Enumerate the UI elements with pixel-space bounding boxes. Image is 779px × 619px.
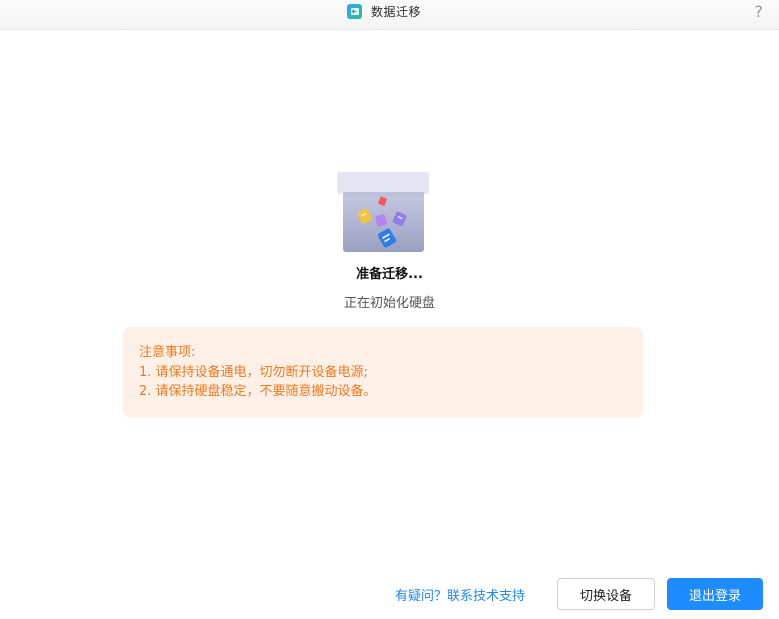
help-icon[interactable]: ?	[755, 2, 764, 21]
title-bar: 数据迁移 ?	[0, 0, 779, 30]
notice-box: 注意事项: 1. 请保持设备通电，切勿断开设备电源; 2. 请保持硬盘稳定，不要…	[123, 327, 643, 418]
migration-box-illustration	[336, 170, 430, 254]
status-title: 准备迁移...	[356, 267, 423, 282]
logout-button[interactable]: 退出登录	[667, 578, 763, 610]
support-link[interactable]: 有疑问？联系技术支持	[395, 585, 525, 604]
switch-device-button[interactable]: 切换设备	[557, 578, 655, 610]
notice-heading: 注意事项:	[139, 345, 196, 360]
app-icon	[347, 3, 362, 19]
data-migration-window: 数据迁移 ? 准备迁移... 正在初始化硬盘 注意事项: 1. 请保持设备通电，…	[0, 0, 779, 619]
window-title: 数据迁移	[371, 4, 422, 19]
status-subtitle: 正在初始化硬盘	[343, 296, 435, 311]
notice-item: 2. 请保持硬盘稳定，不要随意搬动设备。	[139, 384, 377, 399]
notice-item: 1. 请保持设备通电，切勿断开设备电源;	[139, 364, 368, 380]
title-group: 数据迁移	[347, 3, 421, 19]
